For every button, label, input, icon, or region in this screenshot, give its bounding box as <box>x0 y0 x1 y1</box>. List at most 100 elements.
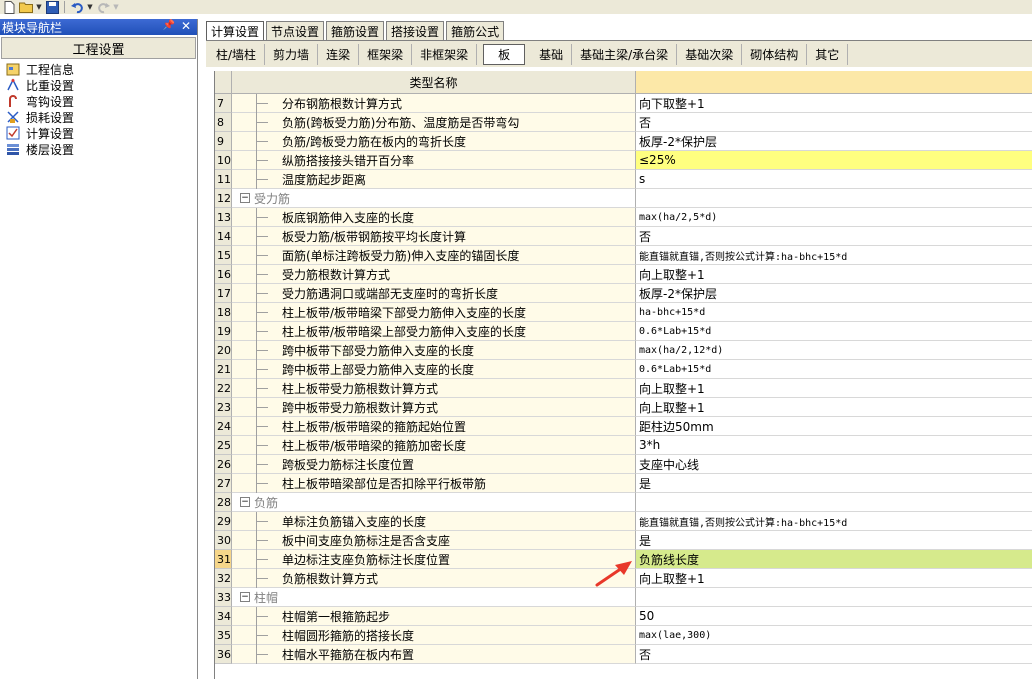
setting-value[interactable] <box>636 493 1032 512</box>
collapse-icon[interactable]: − <box>240 193 250 203</box>
tab-component-10[interactable]: 其它 <box>807 43 849 65</box>
table-row[interactable]: 29 单标注负筋锚入支座的长度 能直锚就直锚,否则按公式计算:ha-bhc+15*d <box>215 512 1032 531</box>
tab-component-6[interactable]: 基础 <box>531 43 573 65</box>
table-row[interactable]: 36 柱帽水平箍筋在板内布置否 <box>215 645 1032 664</box>
close-icon[interactable]: ✕ <box>181 19 191 33</box>
undo-dropdown-icon[interactable]: ▼ <box>87 0 93 14</box>
collapse-icon[interactable]: − <box>240 497 250 507</box>
setting-value[interactable]: 3*h <box>636 436 1032 455</box>
setting-value[interactable]: 距柱边50mm <box>636 417 1032 436</box>
setting-value[interactable]: 板厚-2*保护层 <box>636 284 1032 303</box>
table-row[interactable]: 7 分布钢筋根数计算方式 向下取整+1 <box>215 94 1032 113</box>
row-name-cell: 板底钢筋伸入支座的长度 <box>232 208 636 227</box>
setting-value[interactable]: max(lae,300) <box>636 626 1032 645</box>
table-row[interactable]: 32 负筋根数计算方式 向上取整+1 <box>215 569 1032 588</box>
table-row[interactable]: 17 受力筋遇洞口或端部无支座时的弯折长度 板厚-2*保护层 <box>215 284 1032 303</box>
nav-item[interactable]: 弯钩设置 <box>0 93 197 109</box>
setting-value[interactable]: max(ha/2,5*d) <box>636 208 1032 227</box>
setting-value[interactable]: 否 <box>636 645 1032 664</box>
table-row[interactable]: 14 板受力筋/板带钢筋按平均长度计算否 <box>215 227 1032 246</box>
open-folder-icon[interactable] <box>19 0 33 14</box>
table-row[interactable]: 12− 受力筋 <box>215 189 1032 208</box>
setting-value[interactable]: s <box>636 170 1032 189</box>
nav-item[interactable]: 损耗设置 <box>0 109 197 125</box>
table-row[interactable]: 34 柱帽第一根箍筋起步 50 <box>215 607 1032 626</box>
new-file-icon[interactable] <box>2 0 16 14</box>
table-row[interactable]: 8 负筋(跨板受力筋)分布筋、温度筋是否带弯勾 否 <box>215 113 1032 132</box>
table-row[interactable]: 18 柱上板带/板带暗梁下部受力筋伸入支座的长度 ha-bhc+15*d <box>215 303 1032 322</box>
tab-settings-1[interactable]: 节点设置 <box>266 21 325 40</box>
tab-component-1[interactable]: 剪力墙 <box>265 43 319 65</box>
open-dropdown-icon[interactable]: ▼ <box>36 0 42 14</box>
table-row[interactable]: 21 跨中板带上部受力筋伸入支座的长度 0.6*Lab+15*d <box>215 360 1032 379</box>
setting-value[interactable] <box>636 189 1032 208</box>
table-row[interactable]: 10 纵筋搭接接头错开百分率 ≤25% <box>215 151 1032 170</box>
nav-item[interactable]: 工程信息 <box>0 61 197 77</box>
setting-value[interactable]: 向上取整+1 <box>636 569 1032 588</box>
nav-item[interactable]: 计算设置 <box>0 125 197 141</box>
table-row[interactable]: 24 柱上板带/板带暗梁的箍筋起始位置 距柱边50mm <box>215 417 1032 436</box>
setting-value[interactable]: 向上取整+1 <box>636 398 1032 417</box>
tab-component-2[interactable]: 连梁 <box>318 43 360 65</box>
setting-value[interactable] <box>636 588 1032 607</box>
collapse-icon[interactable]: − <box>240 592 250 602</box>
setting-value[interactable]: 支座中心线 <box>636 455 1032 474</box>
setting-value[interactable]: 是 <box>636 531 1032 550</box>
weight-settings-icon <box>6 78 20 92</box>
pin-icon[interactable]: 📌 <box>163 20 175 31</box>
table-row[interactable]: 20 跨中板带下部受力筋伸入支座的长度 max(ha/2,12*d) <box>215 341 1032 360</box>
table-row[interactable]: 25 柱上板带/板带暗梁的箍筋加密长度 3*h <box>215 436 1032 455</box>
setting-label: 柱上板带/板带暗梁下部受力筋伸入支座的长度 <box>282 305 527 320</box>
nav-item[interactable]: 楼层设置 <box>0 141 197 157</box>
setting-value[interactable]: 向下取整+1 <box>636 94 1032 113</box>
tab-settings-2[interactable]: 箍筋设置 <box>326 21 385 40</box>
tab-component-5[interactable]: 板 <box>483 43 526 65</box>
tab-settings-0[interactable]: 计算设置 <box>206 21 265 41</box>
setting-value[interactable]: max(ha/2,12*d) <box>636 341 1032 360</box>
table-row[interactable]: 23 跨中板带受力筋根数计算方式 向上取整+1 <box>215 398 1032 417</box>
table-row[interactable]: 19 柱上板带/板带暗梁上部受力筋伸入支座的长度 0.6*Lab+15*d <box>215 322 1032 341</box>
setting-value[interactable]: ≤25% <box>636 151 1032 170</box>
table-row[interactable]: 26 跨板受力筋标注长度位置 支座中心线 <box>215 455 1032 474</box>
tab-component-0[interactable]: 柱/墙柱 <box>208 43 266 65</box>
tab-settings-4[interactable]: 箍筋公式 <box>446 21 505 40</box>
save-icon[interactable] <box>45 0 59 14</box>
setting-value[interactable]: 负筋线长度 <box>636 550 1032 569</box>
table-row[interactable]: 27 柱上板带暗梁部位是否扣除平行板带筋 是 <box>215 474 1032 493</box>
setting-value[interactable]: 向上取整+1 <box>636 265 1032 284</box>
table-row[interactable]: 22 柱上板带受力筋根数计算方式 向上取整+1 <box>215 379 1032 398</box>
table-row[interactable]: 31 单边标注支座负筋标注长度位置 负筋线长度 <box>215 550 1032 569</box>
table-row[interactable]: 9 负筋/跨板受力筋在板内的弯折长度 板厚-2*保护层 <box>215 132 1032 151</box>
row-name-cell: 受力筋遇洞口或端部无支座时的弯折长度 <box>232 284 636 303</box>
table-row[interactable]: 30 板中间支座负筋标注是否含支座是 <box>215 531 1032 550</box>
setting-value[interactable]: 能直锚就直锚,否则按公式计算:ha-bhc+15*d <box>636 512 1032 531</box>
undo-icon[interactable] <box>70 0 84 14</box>
setting-value[interactable]: 能直锚就直锚,否则按公式计算:ha-bhc+15*d <box>636 246 1032 265</box>
setting-value[interactable]: 0.6*Lab+15*d <box>636 360 1032 379</box>
tree-branch <box>256 388 268 389</box>
setting-value[interactable]: ha-bhc+15*d <box>636 303 1032 322</box>
setting-value[interactable]: 向上取整+1 <box>636 379 1032 398</box>
setting-value[interactable]: 板厚-2*保护层 <box>636 132 1032 151</box>
tab-settings-3[interactable]: 搭接设置 <box>386 21 445 40</box>
table-row[interactable]: 33− 柱帽 <box>215 588 1032 607</box>
tab-component-7[interactable]: 基础主梁/承台梁 <box>572 43 678 65</box>
table-row[interactable]: 16 受力筋根数计算方式 向上取整+1 <box>215 265 1032 284</box>
setting-value[interactable]: 0.6*Lab+15*d <box>636 322 1032 341</box>
nav-item[interactable]: 比重设置 <box>0 77 197 93</box>
table-row[interactable]: 15 面筋(单标注跨板受力筋)伸入支座的锚固长度 能直锚就直锚,否则按公式计算:ha… <box>215 246 1032 265</box>
setting-value[interactable]: 是 <box>636 474 1032 493</box>
setting-value[interactable]: 50 <box>636 607 1032 626</box>
nav-section-header[interactable]: 工程设置 <box>1 37 196 59</box>
tab-component-4[interactable]: 非框架梁 <box>412 43 478 65</box>
setting-value[interactable]: 否 <box>636 113 1032 132</box>
table-row[interactable]: 13 板底钢筋伸入支座的长度 max(ha/2,5*d) <box>215 208 1032 227</box>
tab-component-8[interactable]: 基础次梁 <box>677 43 743 65</box>
table-row[interactable]: 11 温度筋起步距离 s <box>215 170 1032 189</box>
table-row[interactable]: 35 柱帽圆形箍筋的搭接长度 max(lae,300) <box>215 626 1032 645</box>
tree-branch <box>256 160 268 161</box>
setting-value[interactable]: 否 <box>636 227 1032 246</box>
tab-component-9[interactable]: 砌体结构 <box>742 43 808 65</box>
tab-component-3[interactable]: 框架梁 <box>359 43 413 65</box>
table-row[interactable]: 28− 负筋 <box>215 493 1032 512</box>
